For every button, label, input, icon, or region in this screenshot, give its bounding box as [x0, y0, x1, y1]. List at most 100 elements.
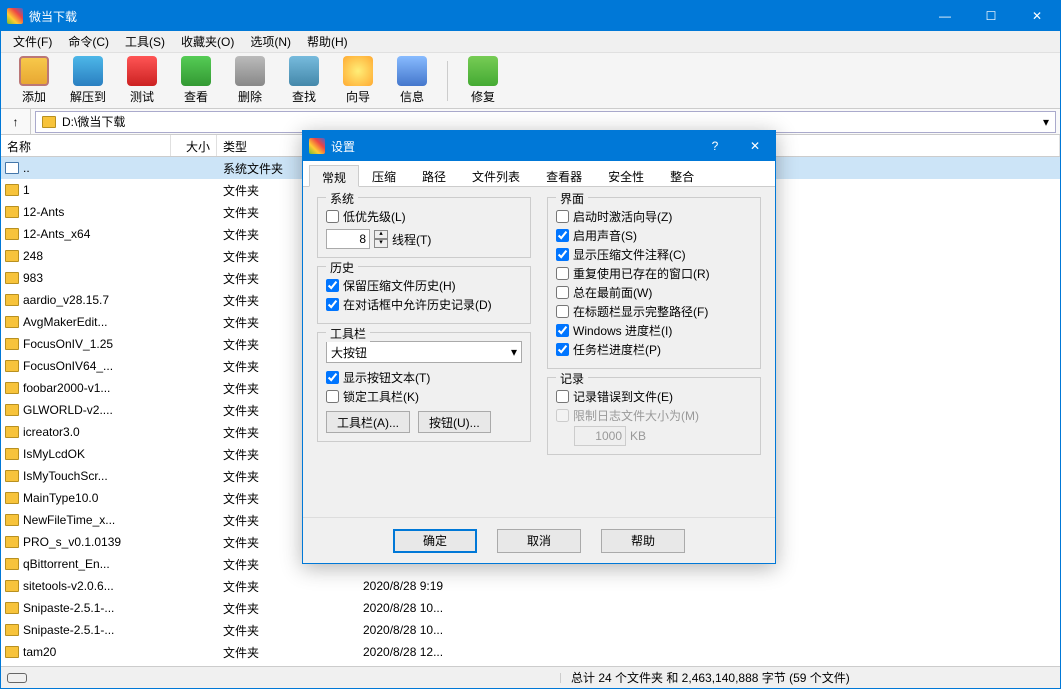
- tool-info[interactable]: 信息: [387, 55, 437, 107]
- chk-wizard[interactable]: 启动时激活向导(Z): [556, 208, 752, 225]
- btn-toolbar[interactable]: 工具栏(A)...: [326, 411, 410, 433]
- folder-icon: [5, 338, 19, 350]
- tool-wizard[interactable]: 向导: [333, 55, 383, 107]
- repair-icon: [468, 56, 498, 86]
- tab-4[interactable]: 查看器: [533, 164, 595, 186]
- file-row[interactable]: sitetools-v2.0.6...文件夹2020/8/28 9:19: [1, 575, 1060, 597]
- file-name: AvgMakerEdit...: [23, 315, 107, 329]
- minimize-button[interactable]: —: [922, 1, 968, 31]
- delete-icon: [235, 56, 265, 86]
- file-row[interactable]: tam20文件夹2020/8/28 12...: [1, 641, 1060, 663]
- dialog-help-button[interactable]: ?: [695, 131, 735, 161]
- tool-add[interactable]: 添加: [9, 55, 59, 107]
- close-button[interactable]: ✕: [1014, 1, 1060, 31]
- folder-icon: [5, 228, 19, 240]
- chk-comment[interactable]: 显示压缩文件注释(C): [556, 246, 752, 263]
- file-name: NewFileTime_x...: [23, 513, 115, 527]
- chk-show-text[interactable]: 显示按钮文本(T): [326, 369, 522, 386]
- col-size[interactable]: 大小: [171, 135, 217, 156]
- file-name: PRO_s_v0.1.0139: [23, 535, 121, 549]
- group-history: 历史 保留压缩文件历史(H) 在对话框中允许历史记录(D): [317, 266, 531, 324]
- dialog-body: 系统 低优先级(L) ▴▾ 线程(T) 历史 保留压缩文件历史(H) 在对话框中…: [303, 187, 775, 517]
- menu-bar: 文件(F)命令(C)工具(S)收藏夹(O)选项(N)帮助(H): [1, 31, 1060, 53]
- file-name: FocusOnIV64_...: [23, 359, 113, 373]
- view-icon: [181, 56, 211, 86]
- file-name: icreator3.0: [23, 425, 80, 439]
- chk-keep-history[interactable]: 保留压缩文件历史(H): [326, 277, 522, 294]
- tab-3[interactable]: 文件列表: [459, 164, 533, 186]
- chk-lock-toolbar[interactable]: 锁定工具栏(K): [326, 388, 522, 405]
- tool-test[interactable]: 测试: [117, 55, 167, 107]
- dialog-buttons: 确定 取消 帮助: [303, 517, 775, 563]
- tab-6[interactable]: 整合: [657, 164, 707, 186]
- tool-label: 查找: [292, 88, 316, 105]
- chk-taskprog[interactable]: 任务栏进度栏(P): [556, 341, 752, 358]
- tool-extract[interactable]: 解压到: [63, 55, 113, 107]
- tool-label: 添加: [22, 88, 46, 105]
- help-button[interactable]: 帮助: [601, 529, 685, 553]
- file-row[interactable]: Snipaste-2.5.1-...文件夹2020/8/28 10...: [1, 619, 1060, 641]
- file-name: tam20: [23, 645, 56, 659]
- file-name: MainType10.0: [23, 491, 98, 505]
- toolbar-separator: [447, 61, 448, 101]
- folder-icon: [5, 184, 19, 196]
- maximize-button[interactable]: ☐: [968, 1, 1014, 31]
- path-dropdown-icon[interactable]: ▾: [1043, 115, 1049, 129]
- threads-down[interactable]: ▾: [374, 239, 388, 248]
- folder-icon: [5, 426, 19, 438]
- log-limit-input: [574, 426, 626, 446]
- tool-repair[interactable]: 修复: [458, 55, 508, 107]
- group-toolbar: 工具栏 大按钮▾ 显示按钮文本(T) 锁定工具栏(K) 工具栏(A)... 按钮…: [317, 332, 531, 442]
- toolbar: 添加 解压到测试查看删除查找 向导信息修复: [1, 53, 1060, 109]
- menu-item[interactable]: 帮助(H): [299, 31, 356, 52]
- folder-icon: [5, 470, 19, 482]
- chevron-down-icon: ▾: [511, 345, 517, 359]
- chk-reuse[interactable]: 重复使用已存在的窗口(R): [556, 265, 752, 282]
- tool-view[interactable]: 查看: [171, 55, 221, 107]
- tab-5[interactable]: 安全性: [595, 164, 657, 186]
- toolbar-size-select[interactable]: 大按钮▾: [326, 341, 522, 363]
- file-date: 2020/8/28 10...: [357, 601, 1060, 615]
- group-system-title: 系统: [326, 190, 358, 207]
- chk-sound[interactable]: 启用声音(S): [556, 227, 752, 244]
- file-name: 983: [23, 271, 43, 285]
- chk-allow-history[interactable]: 在对话框中允许历史记录(D): [326, 296, 522, 313]
- menu-item[interactable]: 工具(S): [117, 31, 173, 52]
- tab-2[interactable]: 路径: [409, 164, 459, 186]
- file-date: 2020/8/28 10...: [357, 623, 1060, 637]
- info-icon: [397, 56, 427, 86]
- chk-low-priority[interactable]: 低优先级(L): [326, 208, 522, 225]
- folder-icon: [5, 492, 19, 504]
- folder-icon: [5, 580, 19, 592]
- tab-1[interactable]: 压缩: [359, 164, 409, 186]
- tool-find[interactable]: 查找: [279, 55, 329, 107]
- menu-item[interactable]: 命令(C): [60, 31, 117, 52]
- threads-input[interactable]: [326, 229, 370, 249]
- ok-button[interactable]: 确定: [393, 529, 477, 553]
- folder-icon: [5, 316, 19, 328]
- up-button[interactable]: ↑: [1, 109, 31, 134]
- tool-delete[interactable]: 删除: [225, 55, 275, 107]
- btn-buttons[interactable]: 按钮(U)...: [418, 411, 491, 433]
- tool-label: 向导: [346, 88, 370, 105]
- kb-label: KB: [630, 429, 646, 443]
- chk-logerr[interactable]: 记录错误到文件(E): [556, 388, 752, 405]
- chk-winprog[interactable]: Windows 进度栏(I): [556, 322, 752, 339]
- tool-label: 解压到: [70, 88, 106, 105]
- menu-item[interactable]: 收藏夹(O): [173, 31, 242, 52]
- folder-icon: [5, 272, 19, 284]
- threads-up[interactable]: ▴: [374, 230, 388, 239]
- chk-ontop[interactable]: 总在最前面(W): [556, 284, 752, 301]
- dialog-close-button[interactable]: ✕: [735, 131, 775, 161]
- chk-limit: 限制日志文件大小为(M): [556, 407, 752, 424]
- menu-item[interactable]: 文件(F): [5, 31, 60, 52]
- file-row[interactable]: Snipaste-2.5.1-...文件夹2020/8/28 10...: [1, 597, 1060, 619]
- folder-icon: [5, 624, 19, 636]
- group-log-title: 记录: [556, 370, 588, 387]
- menu-item[interactable]: 选项(N): [242, 31, 299, 52]
- tab-0[interactable]: 常规: [309, 165, 359, 187]
- cancel-button[interactable]: 取消: [497, 529, 581, 553]
- chk-fullpath[interactable]: 在标题栏显示完整路径(F): [556, 303, 752, 320]
- file-name: aardio_v28.15.7: [23, 293, 109, 307]
- col-name[interactable]: 名称: [1, 135, 171, 156]
